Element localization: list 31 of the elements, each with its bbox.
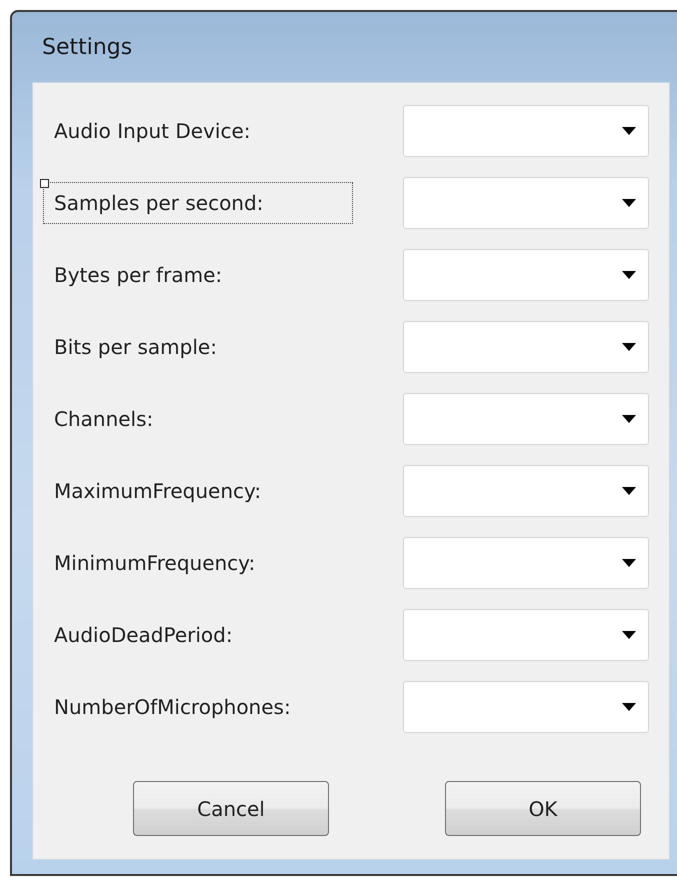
dropdown-arrow-icon [622,415,636,423]
field-label: Samples per second: [43,182,353,224]
dropdown-arrow-icon [622,199,636,207]
dropdown-field[interactable] [403,537,649,589]
dropdown-arrow-icon [622,631,636,639]
dropdown-field[interactable] [403,393,649,445]
field-label: Bits per sample: [53,334,218,361]
dropdown-field[interactable] [403,321,649,373]
window-title: Settings [41,34,134,62]
dropdown-field[interactable] [403,177,649,229]
field-label: NumberOfMicrophones: [53,694,292,721]
field-label: Channels: [53,406,154,433]
field-label: AudioDeadPeriod: [53,622,234,649]
ok-button[interactable]: OK [445,781,641,836]
field-label: MaximumFrequency: [53,478,262,505]
dropdown-arrow-icon [622,271,636,279]
dropdown-field[interactable] [403,105,649,157]
dropdown-field[interactable] [403,465,649,517]
dropdown-arrow-icon [622,703,636,711]
selection-handle [40,179,49,188]
field-label: MinimumFrequency: [53,550,256,577]
dropdown-field[interactable] [403,609,649,661]
dropdown-arrow-icon [622,487,636,495]
dropdown-arrow-icon [622,559,636,567]
field-label: Audio Input Device: [53,118,252,145]
dropdown-arrow-icon [622,127,636,135]
dropdown-field[interactable] [403,249,649,301]
dropdown-arrow-icon [622,343,636,351]
cancel-button[interactable]: Cancel [133,781,329,836]
field-label: Bytes per frame: [53,262,224,289]
dropdown-field[interactable] [403,681,649,733]
